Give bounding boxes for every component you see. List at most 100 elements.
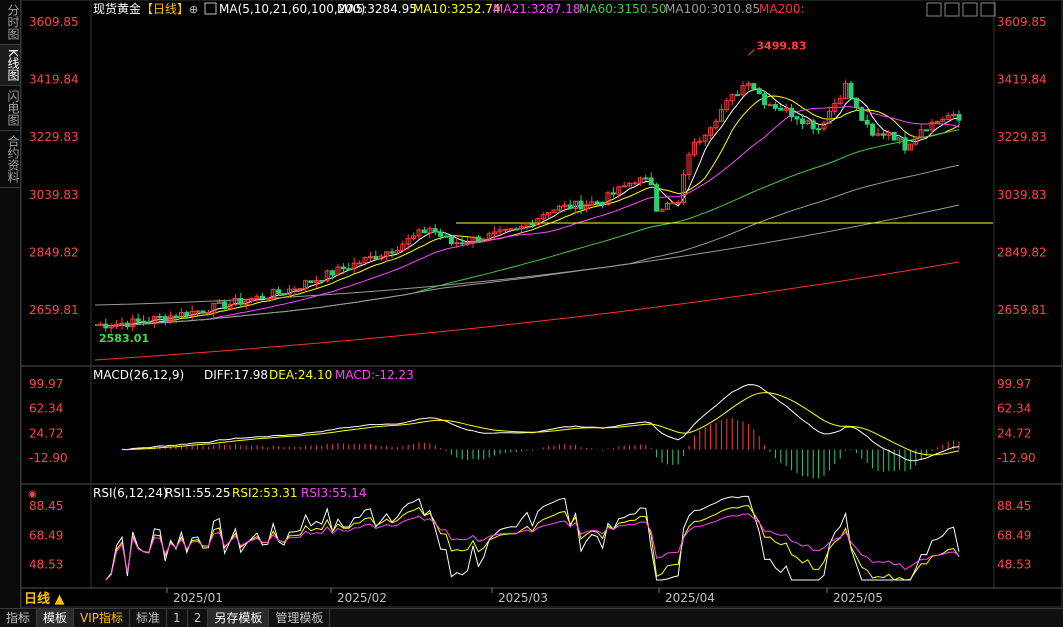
rsi-settings-icon[interactable]: ◉ <box>28 489 37 500</box>
candle-body <box>772 104 778 109</box>
tab-flash-chart[interactable]: 闪电图 <box>0 86 20 131</box>
bottom-tab[interactable]: 管理模板 <box>269 609 331 627</box>
layout-icon[interactable] <box>962 2 978 17</box>
candle-body <box>340 266 346 270</box>
close-icon[interactable] <box>980 2 996 17</box>
candle-body <box>891 131 897 141</box>
low-label: 2583.01 <box>99 332 149 345</box>
candle-body <box>454 242 460 245</box>
candles <box>97 79 962 334</box>
bottom-tab[interactable]: 指标 <box>0 609 38 627</box>
bottom-tab[interactable]: 1 <box>167 609 188 627</box>
candle-body <box>265 297 271 300</box>
candle-body <box>621 185 627 188</box>
macd-tick-left: 99.97 <box>29 377 63 391</box>
candle-body <box>222 301 228 310</box>
ma-legend-item: MA5:3284.95 <box>337 2 417 16</box>
price-tick-left: 2849.82 <box>29 245 79 259</box>
candle-body <box>756 88 762 95</box>
macd-title: MACD(26,12,9) <box>93 368 184 382</box>
rsi-tick-right: 48.53 <box>997 558 1031 572</box>
x-label: 2025/04 <box>665 591 715 605</box>
candle-body <box>670 202 676 205</box>
candle-body <box>297 288 303 291</box>
price-tick-left: 3419.84 <box>29 73 79 87</box>
candle-body <box>124 322 130 328</box>
candle-body <box>751 83 757 90</box>
ma-legend-item: MA200: <box>759 2 805 16</box>
candle-body <box>924 129 930 132</box>
candle-body <box>675 201 681 204</box>
price-tick-left: 3039.83 <box>29 188 79 202</box>
candle-body <box>859 107 865 121</box>
candle-body <box>475 236 481 243</box>
macd-tick-right: 62.34 <box>997 402 1031 416</box>
candle-body <box>502 228 508 231</box>
candle-body <box>762 93 768 106</box>
rsi2-label: RSI2:53.31 <box>232 486 298 500</box>
kline-chart[interactable]: 现货黄金 【日线】 ⊕ MA(5,10,21,60,100,200) MA5:3… <box>21 0 1063 608</box>
candle-body <box>567 204 573 209</box>
settings-icon[interactable]: ⊕ <box>189 3 198 16</box>
rsi-tick-left: 88.45 <box>29 499 63 513</box>
candle-body <box>654 184 660 212</box>
ma100-trend-line <box>94 204 960 306</box>
candle-body <box>810 120 816 130</box>
candle-body <box>794 116 800 120</box>
candle-body <box>357 262 363 265</box>
candle-body <box>200 310 206 314</box>
tab-kline[interactable]: K线图 <box>0 45 20 86</box>
rsi-tick-left: 48.53 <box>29 558 63 572</box>
macd-tick-left: -12.90 <box>29 451 68 465</box>
zoom-in-icon[interactable] <box>926 2 942 17</box>
rsi1-label: RSI1:55.25 <box>165 486 231 500</box>
ma5-line <box>94 88 960 327</box>
bottom-tab[interactable]: 模板 <box>37 609 75 627</box>
macd-histogram <box>121 418 960 479</box>
candle-body <box>643 177 649 180</box>
candle-body <box>259 295 265 300</box>
candle-body <box>281 292 287 295</box>
price-tick-right: 3229.83 <box>997 130 1047 144</box>
rsi-axis: 88.45 88.45 68.49 68.49 48.53 48.53 <box>29 499 1031 572</box>
macd-diff: DIFF:17.98 <box>204 368 268 382</box>
candle-body <box>578 200 584 210</box>
candle-body <box>292 288 298 291</box>
candle-body <box>508 228 514 231</box>
bottom-tab[interactable]: VIP指标 <box>74 609 131 627</box>
candle-body <box>600 201 606 206</box>
bottom-tab[interactable]: 2 <box>188 609 209 627</box>
period-label: 【日线】 <box>141 2 189 16</box>
candle-body <box>610 192 616 195</box>
candle-body <box>632 182 638 185</box>
price-tick-left: 2659.81 <box>29 303 79 317</box>
bottom-tab[interactable]: 另存模板 <box>208 609 270 627</box>
price-tick-left: 3609.85 <box>29 15 79 29</box>
rsi-tick-left: 68.49 <box>29 528 63 542</box>
macd-tick-right: -12.90 <box>997 451 1036 465</box>
ma-legend-item: MA100:3010.85 <box>665 2 760 16</box>
window-toolbar <box>926 2 996 17</box>
macd-tick-left: 24.72 <box>29 426 63 440</box>
macd-tick-right: 24.72 <box>997 426 1031 440</box>
price-tick-right: 2849.82 <box>997 245 1047 259</box>
candle-body <box>529 223 535 226</box>
period-selector[interactable]: 日线 ▲ <box>24 591 65 608</box>
candle-body <box>934 120 940 123</box>
price-tick-right: 2659.81 <box>997 303 1047 317</box>
candle-body <box>319 279 325 282</box>
candle-body <box>594 201 600 204</box>
price-axis: 3609.85 3609.85 3419.84 3419.84 3229.83 3229.… <box>29 15 1047 317</box>
candle-body <box>864 119 870 125</box>
tab-contract-info[interactable]: 合约资料 <box>0 131 20 188</box>
high-marker <box>748 48 755 56</box>
zoom-out-icon[interactable] <box>944 2 960 17</box>
candle-body <box>648 177 654 186</box>
candle-body <box>848 82 854 99</box>
candle-body <box>373 255 379 260</box>
candle-body <box>465 242 471 245</box>
price-tick-left: 3229.83 <box>29 130 79 144</box>
bottom-tab[interactable]: 标准 <box>130 609 168 627</box>
tab-timeshare[interactable]: 分时图 <box>0 0 20 45</box>
grid-icon[interactable] <box>204 2 217 15</box>
